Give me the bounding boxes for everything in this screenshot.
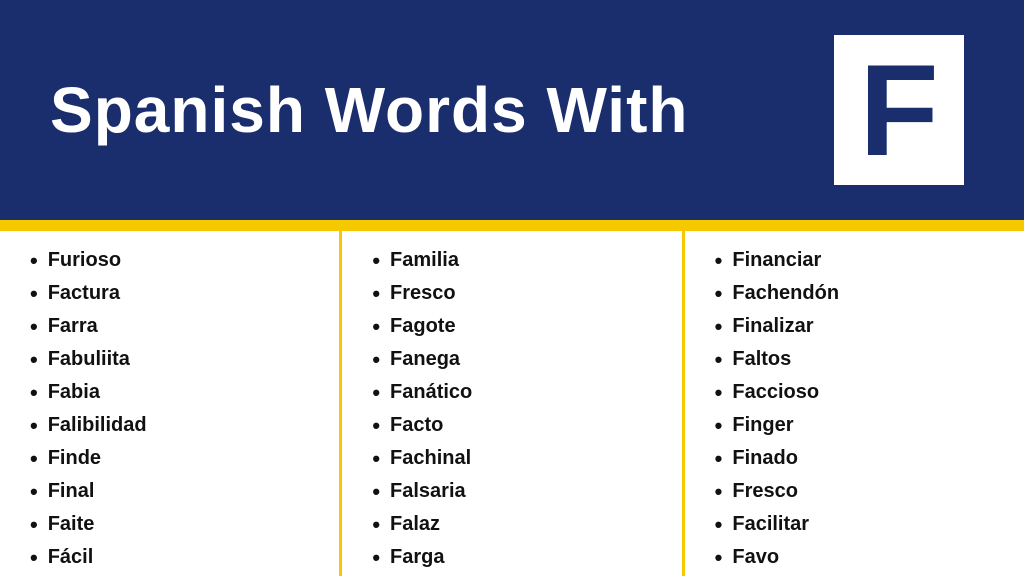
list-item: Facilitar <box>715 513 1004 536</box>
list-item: Fanático <box>372 381 661 404</box>
list-item: Finado <box>715 447 1004 470</box>
list-item: Fresco <box>715 480 1004 503</box>
list-item: Farga <box>372 546 661 569</box>
list-item: Favo <box>715 546 1004 569</box>
column-1: Furioso Factura Farra Fabuliita Fabia Falibil… <box>0 231 342 576</box>
list-item: Financiar <box>715 249 1004 272</box>
content-area: Furioso Factura Farra Fabuliita Fabia Falibil… <box>0 228 1024 576</box>
list-item: Fachendón <box>715 282 1004 305</box>
word-list-1: Furioso Factura Farra Fabuliita Fabia Falibil… <box>30 249 319 569</box>
list-item: Final <box>30 480 319 503</box>
list-item: Finger <box>715 414 1004 437</box>
list-item: Factura <box>30 282 319 305</box>
list-item: Falibilidad <box>30 414 319 437</box>
list-item: Fabuliita <box>30 348 319 371</box>
list-item: Faccioso <box>715 381 1004 404</box>
list-item: Familia <box>372 249 661 272</box>
word-list-3: Financiar Fachendón Finalizar Faltos Faccios… <box>715 249 1004 569</box>
list-item: Facto <box>372 414 661 437</box>
column-2: Familia Fresco Fagote Fanega Fanático Facto Fa… <box>342 231 684 576</box>
list-item: Falsaria <box>372 480 661 503</box>
list-item: Faite <box>30 513 319 536</box>
list-item: Fachinal <box>372 447 661 470</box>
header-title: Spanish Words With <box>50 73 688 147</box>
list-item: Fresco <box>372 282 661 305</box>
list-item: Fagote <box>372 315 661 338</box>
list-item: Falaz <box>372 513 661 536</box>
list-item: Farra <box>30 315 319 338</box>
list-item: Furioso <box>30 249 319 272</box>
word-list-2: Familia Fresco Fagote Fanega Fanático Facto Fa… <box>372 249 661 569</box>
list-item: Finalizar <box>715 315 1004 338</box>
list-item: Faltos <box>715 348 1004 371</box>
header: Spanish Words With F <box>0 0 1024 220</box>
list-item: Fabia <box>30 381 319 404</box>
column-3: Financiar Fachendón Finalizar Faltos Faccios… <box>685 231 1024 576</box>
list-item: Fácil <box>30 546 319 569</box>
list-item: Fanega <box>372 348 661 371</box>
yellow-bar <box>0 220 1024 228</box>
list-item: Finde <box>30 447 319 470</box>
header-letter: F <box>834 35 964 185</box>
